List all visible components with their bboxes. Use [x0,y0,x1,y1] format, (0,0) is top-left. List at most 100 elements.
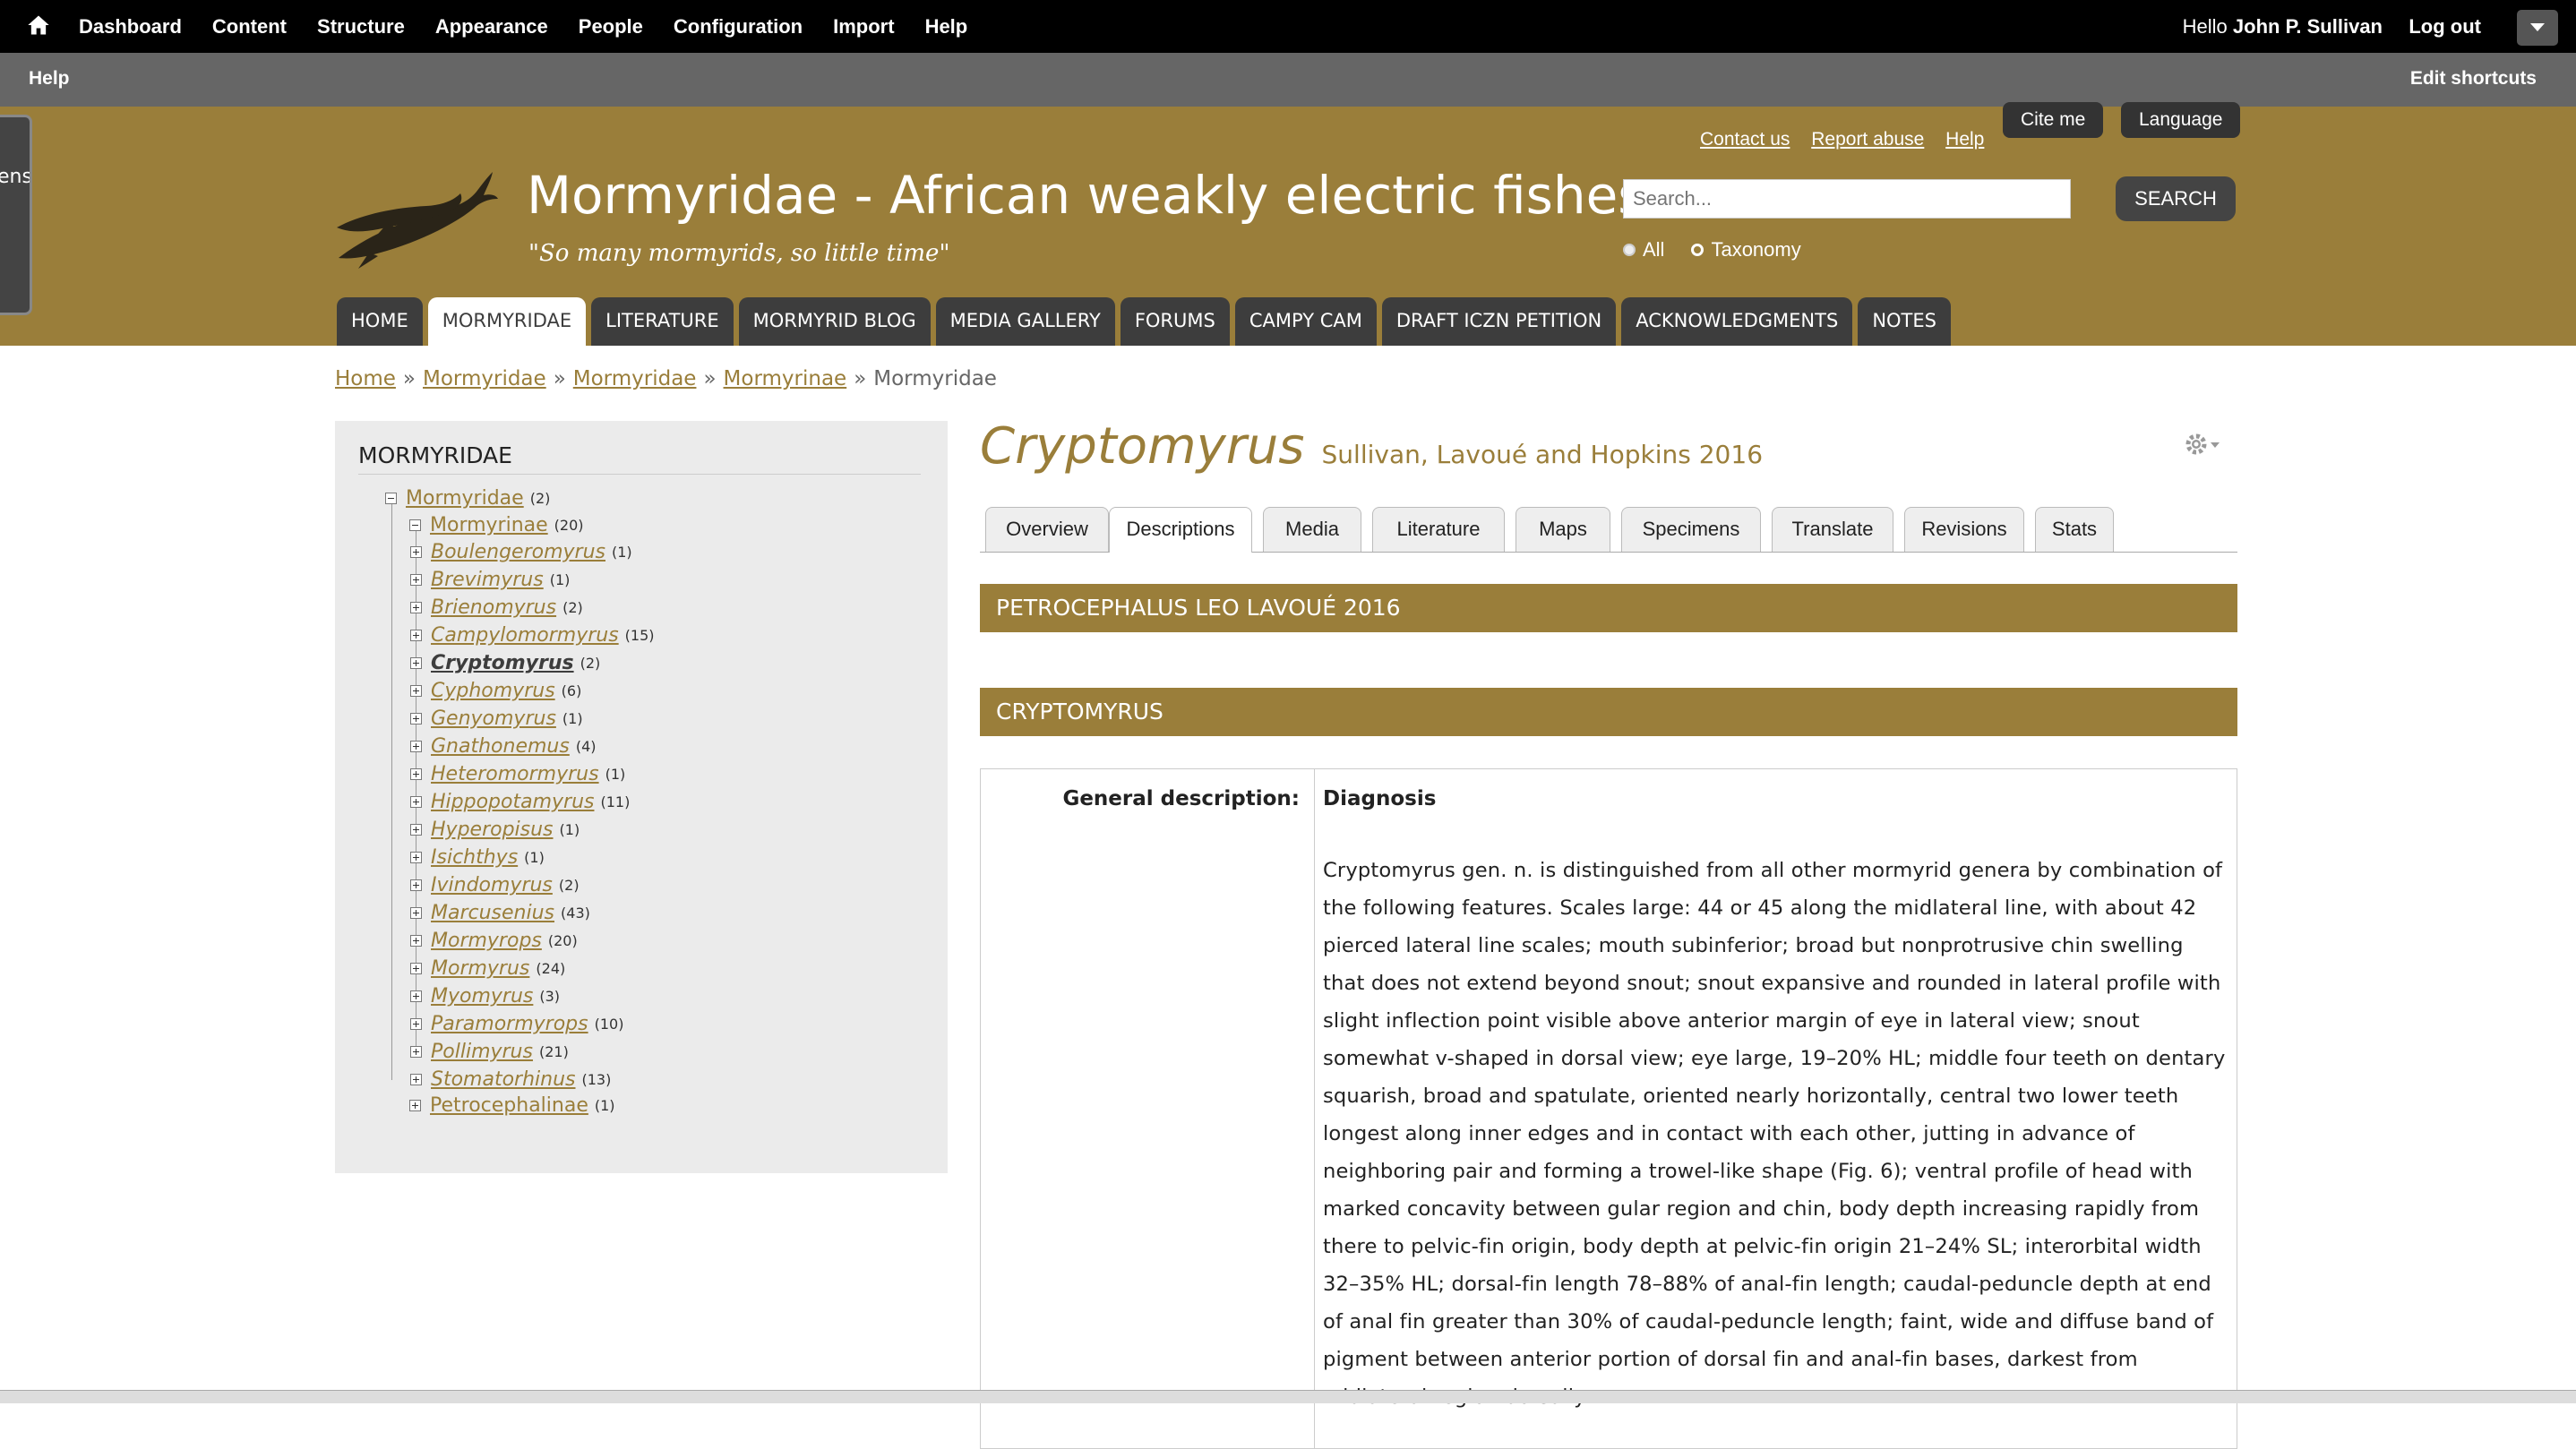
tree-link-genus[interactable]: Gnathonemus [431,735,570,758]
tree-link-genus[interactable]: Marcusenius [431,902,554,924]
expand-icon[interactable] [410,741,422,752]
admin-menu-structure[interactable]: Structure [317,15,405,39]
search-input[interactable] [1623,179,2071,219]
expand-icon[interactable] [410,879,422,891]
admin-menu-content[interactable]: Content [212,15,287,39]
admin-menu-help[interactable]: Help [925,15,968,39]
tab-media[interactable]: Media [1263,507,1361,552]
tree-link-genus[interactable]: Myomyrus [431,985,533,1007]
breadcrumb-mormyridae-2[interactable]: Mormyridae [573,367,697,390]
expand-icon[interactable] [410,713,422,724]
gear-icon[interactable] [2180,426,2225,462]
scope-taxonomy-option[interactable]: Taxonomy [1691,238,1801,262]
scope-all-radio[interactable] [1623,244,1636,256]
search-button[interactable]: SEARCH [2116,176,2236,221]
tab-descriptions[interactable]: Descriptions [1109,507,1252,553]
nav-acknowledgments[interactable]: ACKNOWLEDGMENTS [1621,297,1853,346]
tree-link-genus[interactable]: Heteromormyrus [431,763,599,785]
admin-menu-import[interactable]: Import [833,15,894,39]
tree-link-mormyrinae[interactable]: Mormyrinae [430,514,548,536]
tree-link-genus[interactable]: Brienomyrus [431,596,556,619]
site-logo[interactable] [333,165,500,270]
expand-icon[interactable] [410,824,422,836]
tree-link-mormyridae[interactable]: Mormyridae [406,487,524,510]
admin-menu-appearance[interactable]: Appearance [435,15,548,39]
shortcut-help-link[interactable]: Help [29,68,70,90]
expand-icon[interactable] [410,963,422,974]
expand-icon[interactable] [410,990,422,1002]
report-abuse-link[interactable]: Report abuse [1811,129,1924,150]
nav-mormyrid-blog[interactable]: MORMYRID BLOG [738,297,931,346]
expand-icon[interactable] [409,1100,421,1111]
contact-us-link[interactable]: Contact us [1700,129,1790,150]
expand-icon[interactable] [410,657,422,669]
home-icon[interactable] [26,13,51,38]
tree-link-genus[interactable]: Hyperopisus [431,819,554,841]
admin-menu-configuration[interactable]: Configuration [674,15,803,39]
scope-taxonomy-radio[interactable] [1691,244,1704,256]
site-name[interactable]: Mormyridae - African weakly electric fis… [527,165,1645,226]
nav-forums[interactable]: FORUMS [1120,297,1230,346]
tab-maps[interactable]: Maps [1516,507,1610,552]
nav-media-gallery[interactable]: MEDIA GALLERY [935,297,1115,346]
edit-shortcuts-link[interactable]: Edit shortcuts [2410,68,2537,90]
tree-link-genus[interactable]: Pollimyrus [431,1041,533,1063]
tree-link-genus[interactable]: Isichthys [431,846,518,869]
collapse-icon[interactable] [409,519,421,531]
expand-icon[interactable] [410,935,422,947]
expand-icon[interactable] [410,602,422,613]
shortcuts-toggle-button[interactable] [2517,10,2558,46]
logout-link[interactable]: Log out [2409,15,2481,39]
tree-link-genus[interactable]: Cyphomyrus [431,680,555,702]
tree-link-genus[interactable]: Cryptomyrus [431,652,574,674]
tree-link-genus[interactable]: Mormyrops [431,930,542,952]
tree-link-genus[interactable]: Stomatorhinus [431,1068,576,1091]
expand-icon[interactable] [410,907,422,919]
tree-link-genus[interactable]: Paramormyrops [431,1013,588,1035]
tree-link-genus[interactable]: Mormyrus [431,957,529,980]
nav-literature[interactable]: LITERATURE [591,297,734,346]
expand-icon[interactable] [410,1018,422,1030]
cite-me-button[interactable]: Cite me [2003,102,2104,138]
tree-link-genus[interactable]: Campylomormyrus [431,624,619,647]
user-name-link[interactable]: John P. Sullivan [2233,15,2383,38]
nav-notes[interactable]: NOTES [1858,297,1951,346]
expand-icon[interactable] [410,630,422,641]
tree-link-genus[interactable]: Brevimyrus [431,569,544,591]
tree-link-genus[interactable]: Boulengeromyrus [431,541,605,563]
expand-icon[interactable] [410,852,422,863]
collapse-icon[interactable] [385,493,397,504]
breadcrumb-mormyrinae[interactable]: Mormyrinae [724,367,847,390]
expand-icon[interactable] [410,1046,422,1058]
nav-draft-iczn-petition[interactable]: DRAFT ICZN PETITION [1381,297,1617,346]
expand-icon[interactable] [410,1074,422,1085]
expand-icon[interactable] [410,546,422,558]
tree-link-genus[interactable]: Ivindomyrus [431,874,553,896]
tab-overview[interactable]: Overview [985,507,1109,552]
scope-all-option[interactable]: All [1623,238,1664,262]
admin-menu-dashboard[interactable]: Dashboard [79,15,182,39]
tab-stats[interactable]: Stats [2035,507,2114,552]
expand-icon[interactable] [410,685,422,697]
tree-link-genus[interactable]: Genyomyrus [431,707,556,730]
tree-link-genus[interactable]: Hippopotamyrus [431,791,594,813]
breadcrumb-mormyridae[interactable]: Mormyridae [423,367,546,390]
expand-icon[interactable] [410,796,422,808]
nav-mormyridae[interactable]: MORMYRIDAE [427,297,587,346]
language-button[interactable]: Language [2121,102,2241,138]
expand-icon[interactable] [410,574,422,586]
section-header-cryptomyrus[interactable]: CRYPTOMYRUS [980,688,2237,736]
breadcrumb-home[interactable]: Home [335,367,396,390]
tab-literature[interactable]: Literature [1372,507,1505,552]
admin-menu-people[interactable]: People [579,15,643,39]
section-header-petrocephalus-leo[interactable]: PETROCEPHALUS LEO LAVOUÉ 2016 [980,584,2237,632]
nav-home[interactable]: HOME [337,297,423,346]
side-panel-tab[interactable]: ens [0,115,32,315]
tab-revisions[interactable]: Revisions [1904,507,2024,552]
nav-campy-cam[interactable]: CAMPY CAM [1234,297,1377,346]
help-link[interactable]: Help [1945,129,1984,150]
tab-translate[interactable]: Translate [1772,507,1893,552]
expand-icon[interactable] [410,768,422,780]
tab-specimens[interactable]: Specimens [1621,507,1761,552]
tree-link-petrocephalinae[interactable]: Petrocephalinae [430,1094,588,1117]
